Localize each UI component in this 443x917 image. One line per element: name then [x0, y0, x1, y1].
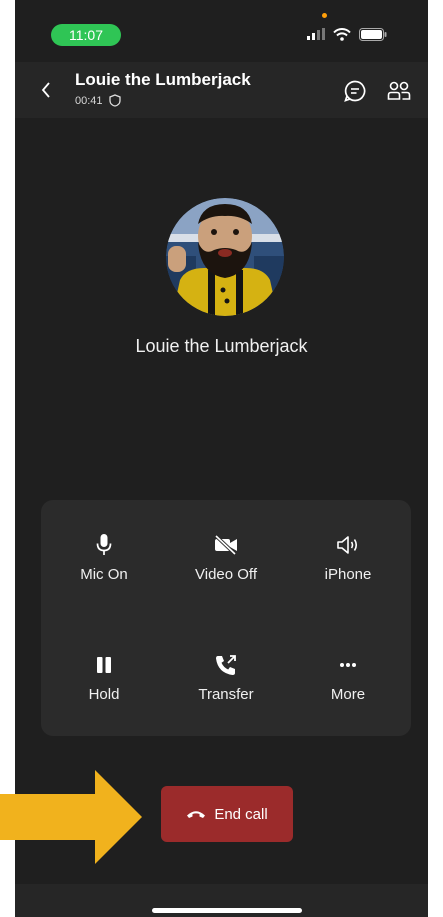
callee-avatar: [166, 198, 284, 316]
chevron-left-icon: [41, 82, 50, 98]
status-bar: 11:07: [15, 0, 428, 60]
bottom-bar: [15, 884, 428, 917]
annotation-arrow-icon: [0, 770, 142, 864]
hold-button-label: Hold: [88, 686, 120, 703]
mic-button-label: Mic On: [80, 566, 128, 583]
shield-icon: [108, 94, 121, 107]
pause-icon: [97, 657, 111, 673]
video-button[interactable]: Video Off: [171, 528, 281, 598]
mic-button[interactable]: Mic On: [49, 528, 159, 598]
back-button[interactable]: [37, 76, 55, 104]
header-contact-name: Louie the Lumberjack: [75, 70, 251, 89]
status-icons: [307, 26, 387, 42]
chat-button[interactable]: [342, 78, 368, 104]
transfer-call-icon: [216, 655, 236, 675]
video-off-icon: [214, 535, 237, 555]
wifi-icon: [333, 27, 351, 41]
status-time: 11:07: [51, 24, 121, 46]
battery-icon: [359, 27, 387, 41]
hang-up-icon: [187, 811, 206, 818]
callee-name: Louie the Lumberjack: [135, 336, 308, 356]
home-indicator[interactable]: [152, 908, 302, 913]
more-button[interactable]: More: [293, 648, 403, 718]
call-header: Louie the Lumberjack 00:41: [15, 62, 428, 118]
video-button-label: Video Off: [195, 566, 257, 583]
audio-output-label: iPhone: [324, 566, 372, 583]
audio-output-button[interactable]: iPhone: [293, 528, 403, 598]
more-button-label: More: [330, 686, 366, 703]
participants-button[interactable]: [386, 78, 412, 104]
end-call-label: End call: [214, 805, 268, 823]
speaker-icon: [337, 536, 358, 554]
call-duration: 00:41: [75, 94, 103, 107]
microphone-icon: [96, 534, 112, 555]
call-duration-row: 00:41: [75, 94, 121, 107]
cellular-signal-icon: [307, 28, 325, 40]
transfer-button[interactable]: Transfer: [171, 648, 281, 718]
transfer-button-label: Transfer: [198, 686, 254, 703]
mic-in-use-indicator: [322, 13, 327, 18]
end-call-button[interactable]: End call: [161, 786, 293, 842]
call-controls-panel: Mic On Video Off iPhone Hold Transfer Mo…: [41, 500, 411, 736]
hold-button[interactable]: Hold: [49, 648, 159, 718]
chat-icon: [344, 80, 366, 102]
more-icon: [340, 663, 356, 667]
people-icon: [387, 81, 411, 100]
